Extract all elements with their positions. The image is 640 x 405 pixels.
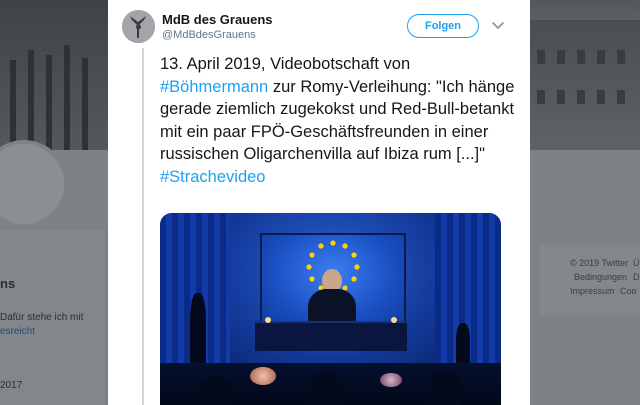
author-handle[interactable]: @MdBdesGrauens	[162, 29, 256, 41]
tweet-modal: MdB des Grauens @MdBdesGrauens Folgen 13…	[108, 0, 530, 405]
footer-link-fragment[interactable]: Ü	[633, 258, 640, 268]
profile-bio-fragment: Dafür stehe ich mit	[0, 312, 84, 323]
profile-link-fragment[interactable]: esreicht	[0, 326, 35, 337]
tweet-text-part: 13. April 2019, Videobotschaft von	[160, 55, 411, 73]
stage-desk	[255, 317, 407, 351]
banner-building-left	[0, 0, 110, 150]
avatar-figure-icon	[122, 10, 155, 43]
footer-link-terms[interactable]: Bedingungen	[574, 272, 627, 282]
tweet-media-photo[interactable]	[160, 213, 501, 405]
profile-name-fragment: ns	[0, 276, 16, 291]
footer-copyright: © 2019 Twitter	[570, 258, 628, 268]
hashtag-strachevideo[interactable]: #Strachevideo	[160, 168, 266, 186]
chevron-down-icon[interactable]	[490, 17, 506, 33]
profile-joined-fragment: 2017	[0, 380, 23, 391]
footer-link-fragment-2[interactable]: D	[633, 272, 640, 282]
thread-connector-line	[142, 48, 144, 405]
author-avatar[interactable]	[122, 10, 155, 43]
audience-floor	[160, 363, 501, 405]
footer-link-cookies[interactable]: Coo	[620, 286, 637, 296]
footer-links-card: © 2019 Twitter Ü Bedingungen D Impressum…	[540, 245, 640, 315]
hashtag-boehmermann[interactable]: #Böhmermann	[160, 78, 268, 96]
banner-building-right	[525, 20, 640, 150]
footer-link-imprint[interactable]: Impressum	[570, 286, 615, 296]
follow-button[interactable]: Folgen	[407, 14, 479, 38]
tweet-text: 13. April 2019, Videobotschaft von #Böhm…	[160, 53, 515, 188]
author-name[interactable]: MdB des Grauens	[162, 12, 273, 27]
profile-sidebar: ns Dafür stehe ich mit esreicht 2017	[0, 230, 105, 405]
speaker-silhouette-left	[190, 293, 206, 363]
video-screen	[260, 233, 406, 331]
speaker-silhouette-right	[456, 323, 470, 368]
